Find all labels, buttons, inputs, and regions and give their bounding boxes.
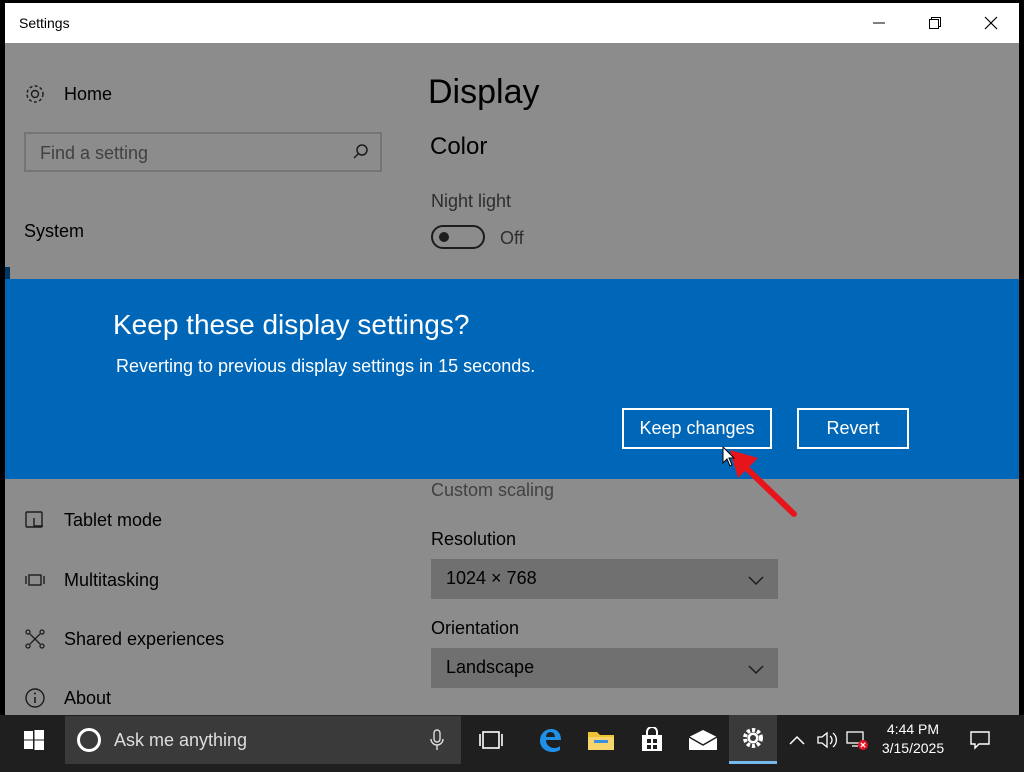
clock[interactable]: 4:44 PM 3/15/2025 [872, 720, 954, 758]
close-button[interactable] [963, 3, 1019, 43]
cortana-search-box[interactable]: Ask me anything [65, 716, 461, 764]
task-view-icon [479, 730, 503, 749]
keep-changes-button[interactable]: Keep changes [622, 408, 772, 449]
settings-gear-icon [743, 728, 763, 748]
store-button[interactable] [627, 715, 677, 764]
red-arrow-annotation [722, 445, 797, 517]
title-bar[interactable]: Settings [5, 3, 1019, 43]
notification-icon [970, 730, 990, 750]
desktop-screen: Settings Home Find a setting System Tabl… [0, 0, 1024, 772]
show-hidden-icons-button[interactable] [786, 715, 808, 764]
keep-display-settings-dialog: Keep these display settings? Reverting t… [5, 279, 1019, 479]
action-center-button[interactable] [960, 715, 1000, 764]
start-button[interactable] [10, 715, 58, 764]
clock-time: 4:44 PM [886, 721, 940, 737]
cortana-placeholder: Ask me anything [114, 730, 248, 750]
restore-icon [929, 17, 941, 29]
minimize-button[interactable] [851, 3, 907, 43]
file-explorer-button[interactable] [576, 715, 626, 764]
window-title: Settings [19, 15, 70, 31]
volume-icon [817, 731, 837, 748]
mouse-cursor-icon [722, 445, 736, 467]
network-button[interactable] [843, 715, 871, 764]
dialog-title: Keep these display settings? [113, 309, 470, 340]
network-disconnected-icon [846, 730, 868, 750]
edge-taskbar-button[interactable] [525, 715, 575, 764]
restore-button[interactable] [907, 3, 963, 43]
mail-envelope-icon [688, 729, 718, 750]
edge-browser-icon [540, 728, 561, 752]
mail-button[interactable] [678, 715, 728, 764]
clock-date: 3/15/2025 [881, 740, 945, 756]
folder-icon [588, 731, 614, 750]
microphone-icon[interactable] [429, 728, 445, 757]
store-bag-icon [642, 726, 662, 751]
windows-logo-icon [24, 729, 44, 750]
minimize-icon [873, 22, 885, 24]
cortana-icon [77, 728, 101, 752]
revert-button[interactable]: Revert [797, 408, 909, 449]
dialog-message: Reverting to previous display settings i… [116, 356, 536, 376]
chevron-up-icon [789, 735, 805, 745]
close-icon [984, 16, 998, 30]
volume-button[interactable] [813, 715, 841, 764]
settings-taskbar-button[interactable] [729, 715, 777, 764]
taskbar: Ask me anything 4:44 PM 3/15/2025 [0, 715, 1024, 772]
task-view-button[interactable] [466, 715, 516, 764]
